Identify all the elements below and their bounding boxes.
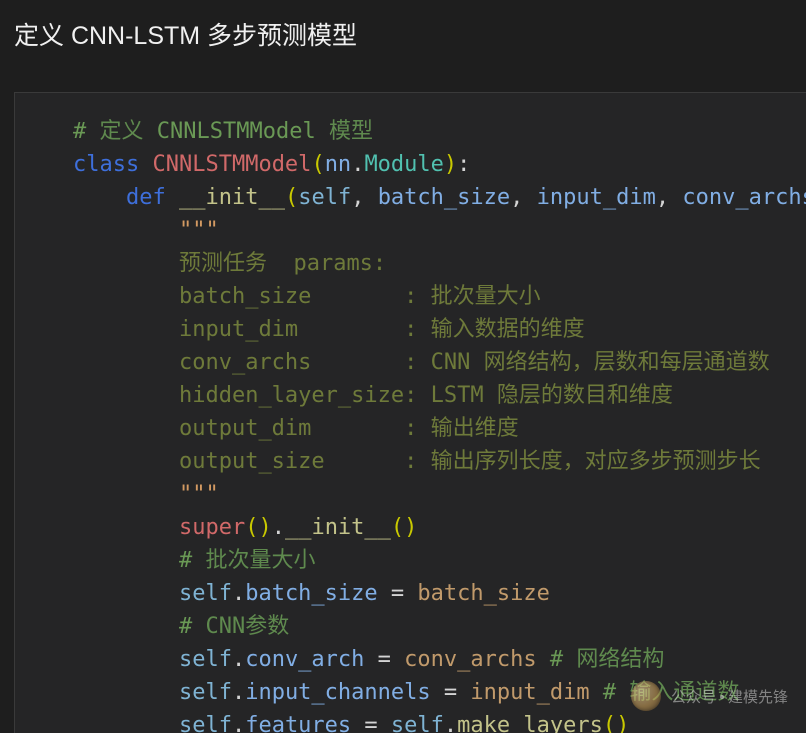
docstring-line: hidden_layer_size: LSTM 隐层的数目和维度 bbox=[179, 383, 673, 408]
fn-init: __init__ bbox=[179, 185, 285, 210]
super-call: super bbox=[179, 515, 245, 540]
comment-hash: # bbox=[550, 647, 563, 672]
self-kw: self bbox=[298, 185, 351, 210]
comment-text: 网络结构 bbox=[576, 647, 664, 672]
docstring-line: batch_size : 批次量大小 bbox=[179, 284, 541, 309]
docstring-open: """ bbox=[179, 218, 219, 243]
arg-conv-archs: conv_archs bbox=[682, 185, 806, 210]
base-ns: nn bbox=[325, 152, 352, 177]
code-block: # 定义 CNNLSTMModel 模型 class CNNLSTMModel(… bbox=[15, 115, 806, 733]
docstring-line: conv_archs : CNN 网络结构，层数和每层通道数 bbox=[179, 350, 770, 375]
docstring-line: input_dim : 输入数据的维度 bbox=[179, 317, 585, 342]
page-title: 定义 CNN-LSTM 多步预测模型 bbox=[0, 0, 806, 62]
page-root: 定义 CNN-LSTM 多步预测模型 # 定义 CNNLSTMModel 模型 … bbox=[0, 0, 806, 733]
var-conv-archs: conv_archs bbox=[404, 647, 536, 672]
class-name: CNNLSTMModel bbox=[152, 152, 311, 177]
self-kw: self bbox=[179, 713, 232, 733]
docstring-line: 预测任务 params: bbox=[179, 251, 386, 276]
comment-text: CNN参数 bbox=[205, 614, 289, 639]
comment-hash: # bbox=[73, 119, 86, 144]
call-make-layers: make_layers bbox=[457, 713, 603, 733]
docstring-line: output_size : 输出序列长度，对应多步预测步长 bbox=[179, 449, 761, 474]
comment-text: 批次量大小 bbox=[205, 548, 315, 573]
var-input-dim: input_dim bbox=[470, 680, 589, 705]
attr-input-channels: input_channels bbox=[245, 680, 430, 705]
comment-text: 定义 bbox=[100, 119, 144, 144]
docstring-close: """ bbox=[179, 482, 219, 507]
code-panel: # 定义 CNNLSTMModel 模型 class CNNLSTMModel(… bbox=[14, 92, 806, 733]
arg-batch-size: batch_size bbox=[378, 185, 510, 210]
base-class: Module bbox=[364, 152, 443, 177]
kw-class: class bbox=[73, 152, 139, 177]
comment-text: 输入通道数 bbox=[629, 680, 739, 705]
comment-hash: # bbox=[603, 680, 616, 705]
comment-hash: # bbox=[179, 614, 192, 639]
kw-def: def bbox=[126, 185, 166, 210]
comment-hash: # bbox=[179, 548, 192, 573]
self-kw: self bbox=[179, 581, 232, 606]
self-kw: self bbox=[179, 647, 232, 672]
docstring-line: output_dim : 输出维度 bbox=[179, 416, 519, 441]
attr-features: features bbox=[245, 713, 351, 733]
attr-conv-arch: conv_arch bbox=[245, 647, 364, 672]
arg-input-dim: input_dim bbox=[537, 185, 656, 210]
var-batch-size: batch_size bbox=[417, 581, 549, 606]
attr-batch-size: batch_size bbox=[245, 581, 377, 606]
self-kw: self bbox=[179, 680, 232, 705]
